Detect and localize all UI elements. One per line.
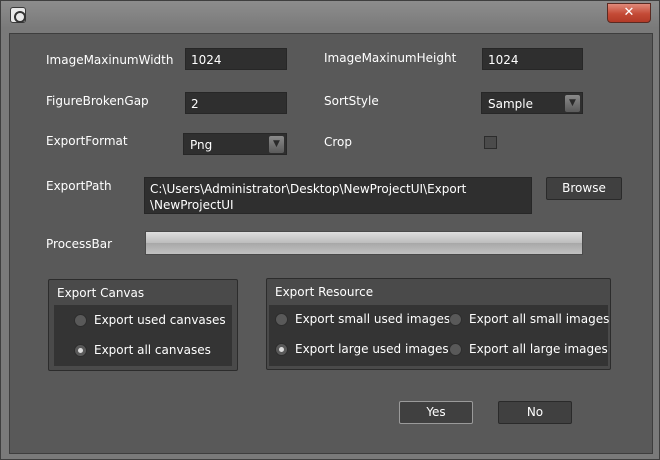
dialog-content: ImageMaxinumWidth 1024 ImageMaxinumHeigh… [9, 33, 653, 454]
export-canvas-group: Export Canvas Export used canvases Expor… [48, 279, 238, 371]
crop-checkbox[interactable] [484, 136, 497, 149]
export-resource-options: Export small used images Export all smal… [269, 305, 609, 366]
export-resource-group: Export Resource Export small used images… [266, 278, 611, 370]
export-canvas-title: Export Canvas [57, 286, 145, 300]
process-bar-label: ProcessBar [46, 237, 113, 251]
radio-export-all-small-images[interactable] [449, 313, 462, 326]
radio-export-all-large-images[interactable] [449, 343, 462, 356]
process-progress-bar [145, 231, 583, 255]
browse-button[interactable]: Browse [546, 177, 622, 200]
export-format-label: ExportFormat [46, 134, 128, 148]
export-all-large-images-label[interactable]: Export all large images [469, 342, 608, 356]
export-canvas-options: Export used canvases Export all canvases [54, 305, 232, 366]
close-icon: ✕ [623, 5, 635, 20]
image-max-height-field[interactable]: 1024 [482, 48, 583, 70]
export-all-small-images-label[interactable]: Export all small images [469, 312, 609, 326]
yes-button[interactable]: Yes [399, 401, 473, 424]
figure-broken-gap-field[interactable]: 2 [185, 92, 287, 114]
export-small-used-images-label[interactable]: Export small used images [295, 312, 450, 326]
export-used-canvases-label[interactable]: Export used canvases [94, 313, 226, 327]
image-max-width-label: ImageMaxinumWidth [46, 53, 174, 67]
radio-export-all-canvases[interactable] [74, 344, 87, 357]
export-format-value: Png [190, 138, 213, 152]
export-large-used-images-label[interactable]: Export large used images [295, 342, 449, 356]
export-settings-window: ✕ ImageMaxinumWidth 1024 ImageMaxinumHei… [0, 0, 660, 460]
app-icon [10, 7, 26, 23]
export-path-line-2: \NewProjectUI [150, 198, 234, 212]
sort-style-dropdown[interactable]: Sample ▼ [481, 92, 583, 114]
export-all-canvases-label[interactable]: Export all canvases [94, 343, 211, 357]
radio-export-small-used-images[interactable] [275, 313, 288, 326]
sort-style-label: SortStyle [324, 94, 379, 108]
sort-style-value: Sample [488, 97, 533, 111]
export-path-label: ExportPath [46, 179, 112, 193]
figure-broken-gap-label: FigureBrokenGap [46, 94, 149, 108]
chevron-down-icon[interactable]: ▼ [565, 95, 580, 112]
image-max-height-label: ImageMaxinumHeight [324, 51, 457, 65]
export-format-dropdown[interactable]: Png ▼ [183, 133, 287, 155]
image-max-width-field[interactable]: 1024 [185, 48, 287, 70]
chevron-down-icon[interactable]: ▼ [269, 136, 284, 153]
close-button[interactable]: ✕ [607, 3, 651, 23]
export-resource-title: Export Resource [275, 285, 374, 299]
no-button[interactable]: No [498, 401, 572, 424]
export-path-field[interactable]: C:\Users\Administrator\Desktop\NewProjec… [144, 177, 532, 214]
export-path-line-1: C:\Users\Administrator\Desktop\NewProjec… [150, 182, 467, 196]
title-bar[interactable]: ✕ [1, 1, 659, 28]
crop-label: Crop [324, 135, 353, 149]
radio-export-large-used-images[interactable] [275, 343, 288, 356]
radio-export-used-canvases[interactable] [74, 314, 87, 327]
